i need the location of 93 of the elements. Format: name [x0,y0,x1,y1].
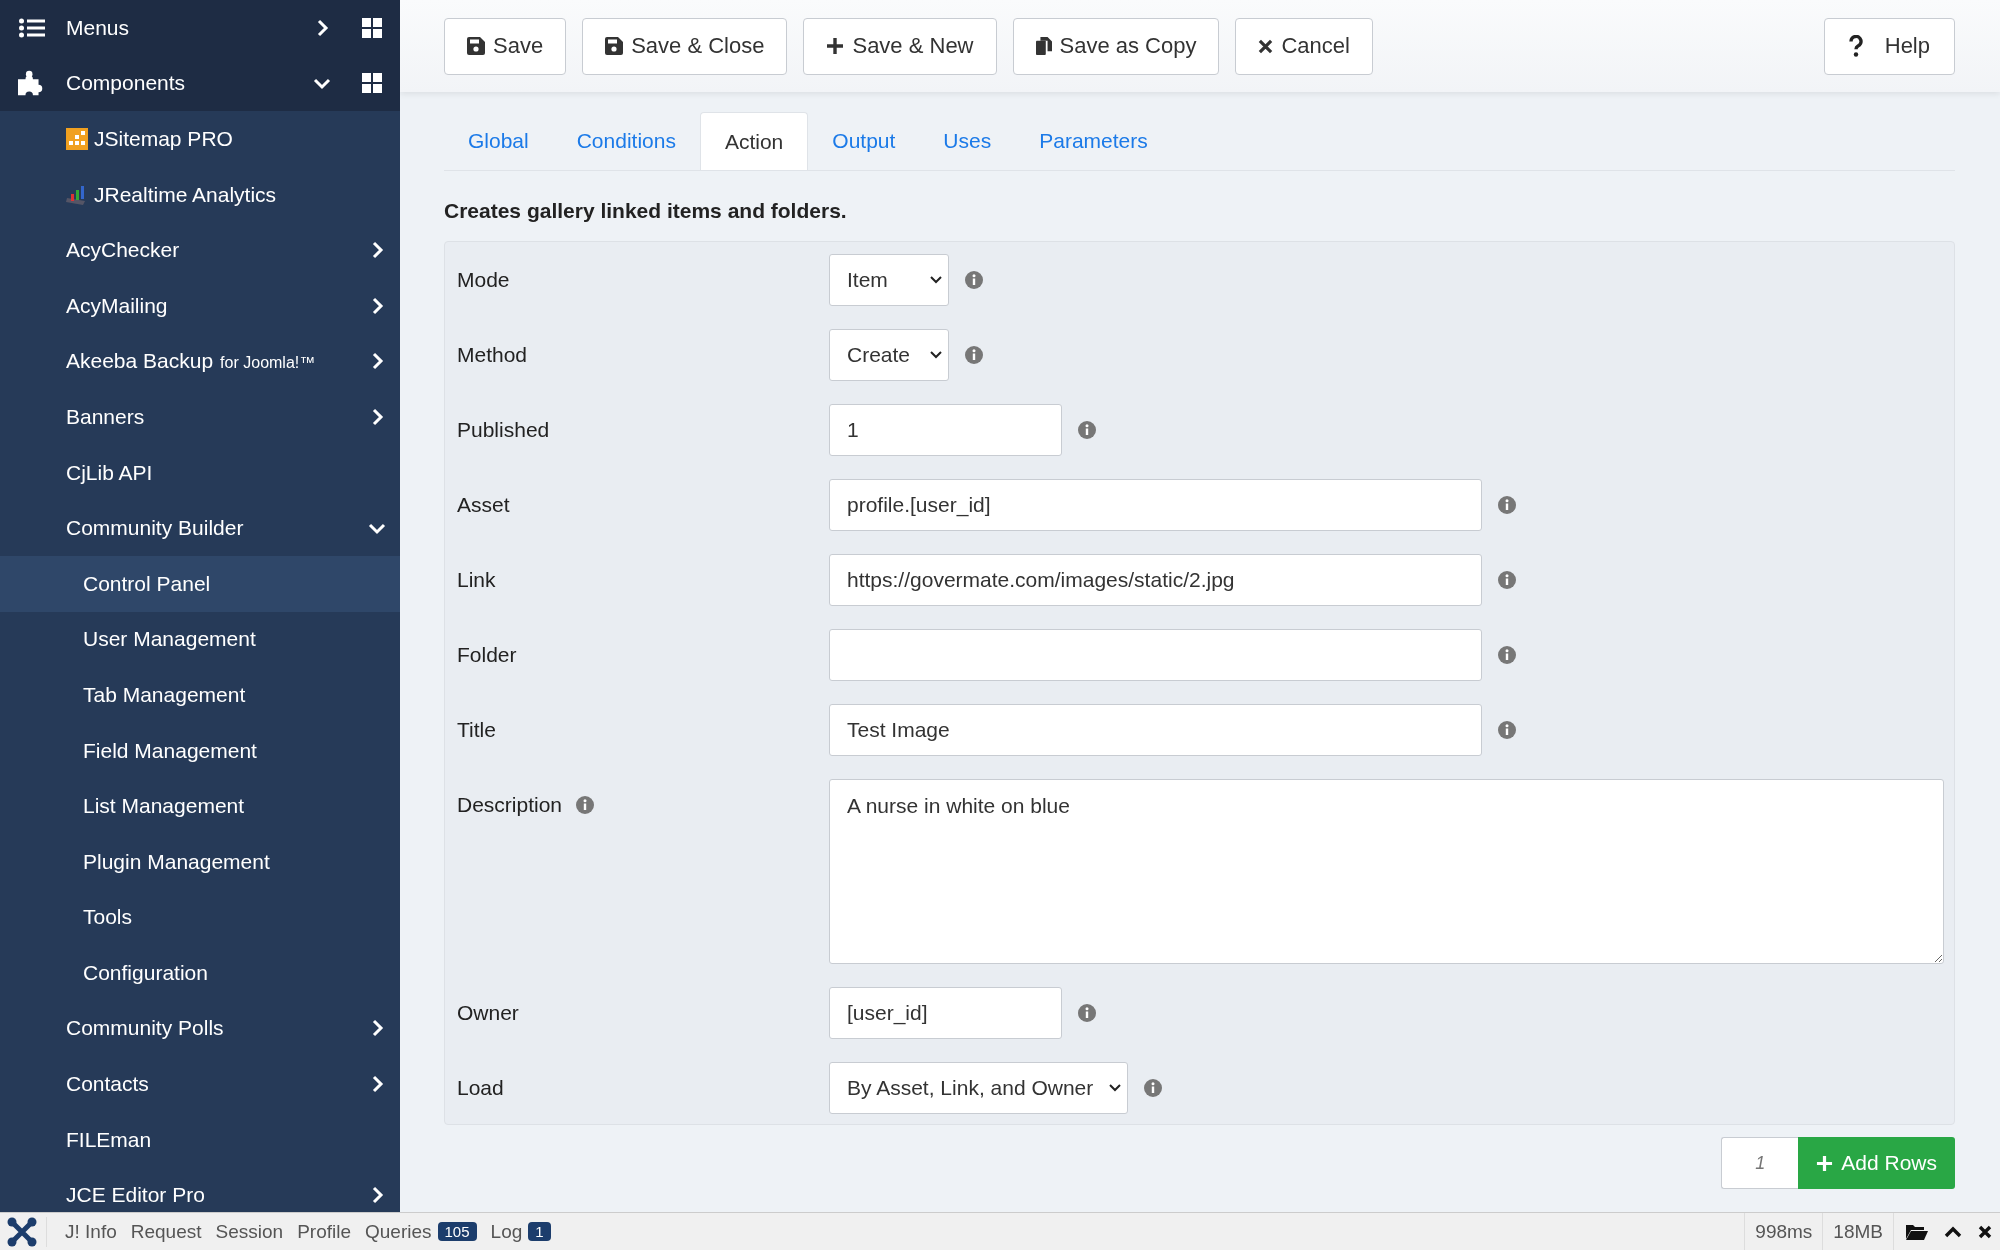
field-label: Description [457,793,563,817]
field-label: Link [457,568,496,592]
field-label: Owner [457,1001,519,1025]
field-label: Published [457,418,550,442]
sidebar-item[interactable]: Field Management [0,722,400,779]
row-count-field[interactable]: 1 [1721,1137,1799,1189]
caret-down-icon [1109,1084,1122,1092]
memory-reading: 18MB [1822,1212,1893,1250]
sidebar-item[interactable]: Configuration [0,945,400,1001]
close-icon [1258,38,1274,54]
field-label: Title [457,718,496,742]
save-icon [467,37,485,55]
folder-icon[interactable] [1906,1222,1928,1241]
caret-down-icon [930,351,942,359]
toolbar-button[interactable]: Cancel [1235,17,1373,75]
text-field[interactable]: profile.[user_id] [829,479,1482,531]
sidebar-item[interactable]: List Management [0,778,400,834]
sidebar-item[interactable]: Menus [0,0,400,56]
toolbar-button[interactable]: Save [444,17,567,75]
field-label: Asset [457,493,510,517]
info-icon[interactable] [1498,646,1516,664]
info-icon[interactable] [1498,571,1516,589]
tab[interactable]: Action [699,112,809,170]
tab[interactable]: Output [808,112,920,170]
copy-icon [1035,36,1052,56]
field-label: Load [457,1076,504,1100]
sidebar-item[interactable]: User Management [0,611,400,668]
sidebar-item[interactable]: FILEman [0,1111,400,1168]
list-icon [18,17,46,38]
select-field[interactable]: Create [829,329,949,381]
text-area[interactable]: A nurse in white on blue [829,779,1944,964]
dashboard-icon[interactable] [362,73,382,94]
save-icon [605,37,624,55]
debug-tab[interactable]: Profile [290,1220,358,1243]
sidebar-item[interactable]: Community Builder [0,500,400,556]
info-icon[interactable] [965,271,983,289]
sidebar-item[interactable]: JCE Editor Pro [0,1167,400,1212]
info-icon[interactable] [1498,496,1516,514]
description-text: Creates gallery linked items and folders. [444,199,848,223]
sidebar-item[interactable]: AcyMailing [0,277,400,334]
debug-tab[interactable]: Request [123,1220,209,1243]
info-icon[interactable] [576,796,595,814]
text-field[interactable] [829,629,1482,681]
sidebar-item[interactable]: Control Panel [0,555,400,612]
info-icon[interactable] [1078,1004,1096,1022]
text-field[interactable]: https://govermate.com/images/static/2.jpg [829,554,1482,606]
sidebar-item[interactable]: Tab Management [0,667,400,723]
plus-icon [1816,1154,1834,1172]
debug-tab[interactable]: J! Info [58,1220,124,1243]
help-button[interactable]: Help [1823,17,1955,75]
debug-tab[interactable]: Queries 105 [358,1220,484,1243]
sidebar-item[interactable]: Components [0,55,400,112]
close-icon[interactable] [1978,1224,1992,1239]
caret-down-icon [930,276,942,284]
tab[interactable]: Parameters [1015,112,1172,170]
sidebar-item[interactable]: Tools [0,889,400,946]
info-icon[interactable] [965,346,983,364]
sidebar-item[interactable]: Akeeba Backup for Joomla!™ [0,333,400,390]
plus-icon [826,37,845,55]
select-field[interactable]: By Asset, Link, and Owner [829,1062,1129,1114]
toolbar-button[interactable]: Save & Close [582,17,788,75]
joomla-logo-icon[interactable] [7,1216,47,1247]
question-icon [1848,35,1863,57]
field-label: Folder [457,643,517,667]
text-field[interactable]: Test Image [829,704,1482,756]
toolbar-button[interactable]: Save as Copy [1012,17,1220,75]
sidebar-item[interactable]: CjLib API [0,444,400,501]
sidebar-item[interactable]: Contacts [0,1056,400,1112]
info-icon[interactable] [1498,721,1516,739]
tab[interactable]: Global [444,112,553,170]
info-icon[interactable] [1078,421,1096,439]
sidebar-item[interactable]: AcyChecker [0,222,400,278]
sidebar-item[interactable]: JSitemap PRO [0,111,400,167]
field-label: Method [457,343,528,367]
sitemap-icon [66,128,88,150]
text-field[interactable]: 1 [829,404,1062,456]
sidebar-item[interactable]: JRealtime Analytics [0,166,400,223]
toolbar-button[interactable]: Save & New [803,17,997,75]
sidebar-item[interactable]: Banners [0,389,400,445]
select-field[interactable]: Item [829,254,949,306]
sidebar-item[interactable]: Community Polls [0,1000,400,1057]
caret-up-icon[interactable] [1944,1225,1962,1238]
tab[interactable]: Uses [919,112,1016,170]
time-reading: 998ms [1744,1212,1823,1250]
sidebar-item[interactable]: Plugin Management [0,833,400,890]
text-field[interactable]: [user_id] [829,987,1062,1039]
tab[interactable]: Conditions [552,112,700,170]
field-label: Mode [457,268,510,292]
dashboard-icon[interactable] [362,17,382,38]
info-icon[interactable] [1144,1079,1163,1097]
debug-tab[interactable]: Log 1 [483,1220,558,1243]
bar-chart-icon [66,183,88,206]
debug-tab[interactable]: Session [208,1220,291,1243]
